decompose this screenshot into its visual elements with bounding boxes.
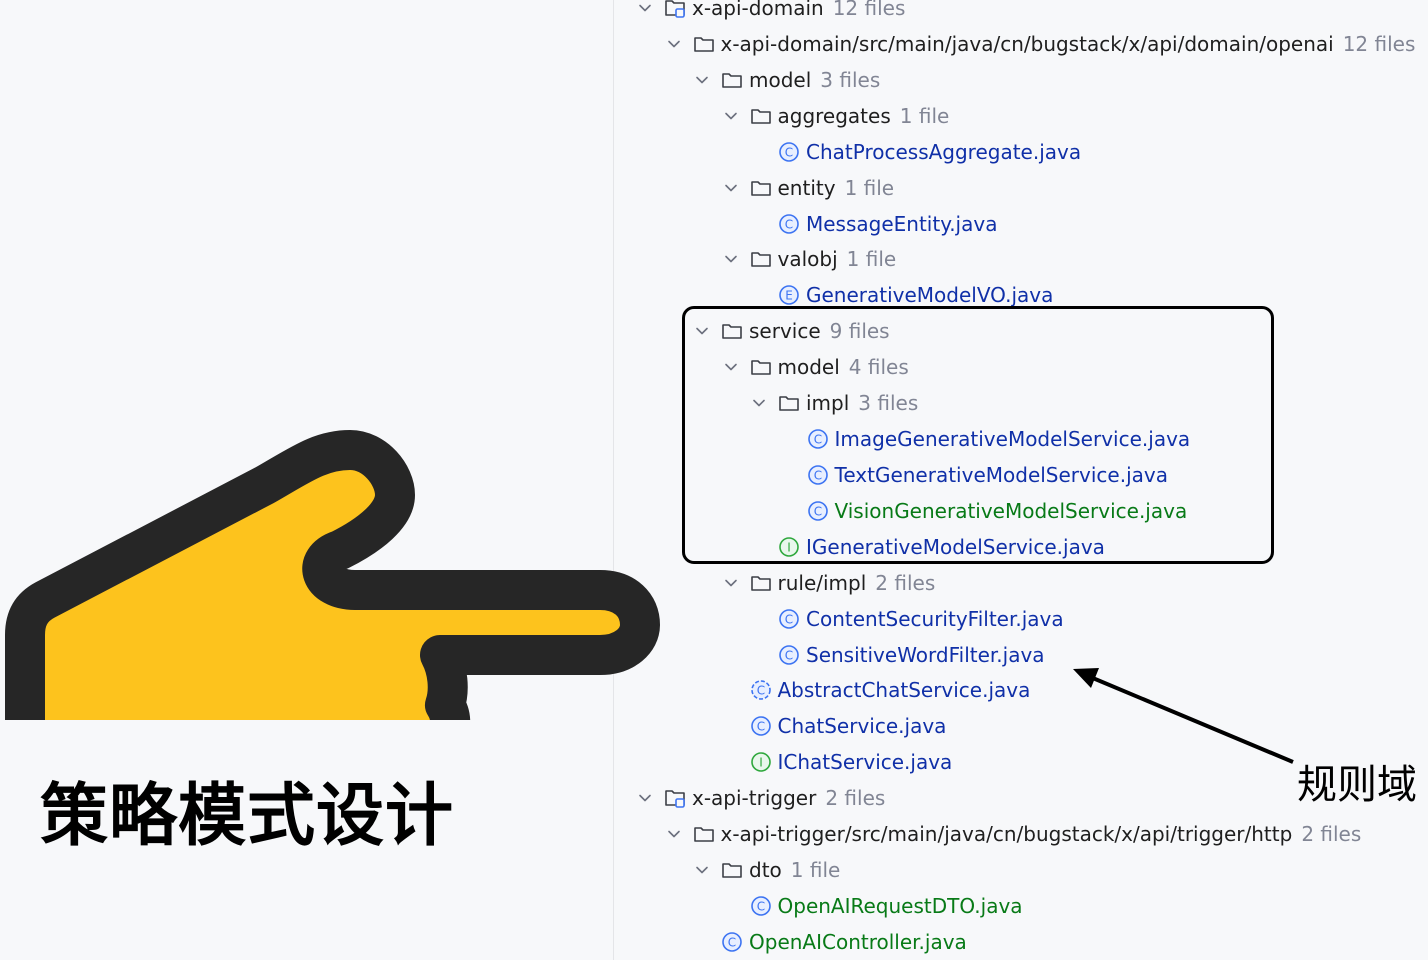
tree-item-label: dto [749,858,782,883]
chevron-down-icon[interactable] [693,861,711,879]
tree-item-label: IChatService.java [777,750,953,775]
svg-text:C: C [785,217,793,231]
tree-file-row[interactable]: C OpenAIController.java [721,924,967,960]
class-icon: C [721,931,743,953]
file-count: 2 files [875,570,936,595]
class-icon: C [778,141,800,163]
chevron-down-icon[interactable] [636,789,654,807]
tree-file-row[interactable]: C MessageEntity.java [778,206,997,242]
tree-item-label: AbstractChatService.java [777,678,1031,703]
svg-text:C: C [785,145,793,159]
tree-file-row[interactable]: C OpenAIRequestDTO.java [750,888,1023,924]
tree-file-row[interactable]: C ChatService.java [750,708,947,744]
folder-icon [750,105,772,127]
file-count: 2 files [825,786,886,811]
file-count: 2 files [1301,822,1362,847]
enum-icon: E [778,284,800,306]
chevron-down-icon[interactable] [722,574,740,592]
tree-item-label: x-api-domain [692,0,824,20]
file-count: 1 file [844,175,895,200]
folder-icon [750,248,772,270]
file-count: 1 file [899,103,950,128]
folder-icon [721,69,743,91]
tree-folder-row[interactable]: dto 1 file [693,852,840,888]
tree-item-label: ChatService.java [777,714,947,739]
file-count: 12 files [1342,31,1416,56]
folder-icon [693,33,715,55]
service-highlight-box [682,306,1274,564]
folder-icon [693,823,715,845]
tree-item-label: GenerativeModelVO.java [806,283,1054,308]
tree-folder-row[interactable]: aggregates 1 file [722,98,950,134]
svg-text:C: C [756,900,764,914]
tree-item-label: ChatProcessAggregate.java [806,139,1082,164]
tree-item-label: x-api-trigger [692,786,817,811]
chevron-down-icon[interactable] [665,35,683,53]
tree-file-row[interactable]: C ContentSecurityFilter.java [778,601,1064,637]
tree-item-label: MessageEntity.java [806,211,998,236]
file-count: 1 file [790,858,841,883]
tree-file-row[interactable]: I IChatService.java [750,744,953,780]
tree-item-label: model [749,67,812,92]
tree-item-label: entity [777,175,836,200]
svg-text:I: I [759,756,763,770]
tree-item-label: SensitiveWordFilter.java [806,642,1045,667]
tree-item-label: aggregates [777,103,891,128]
tree-item-label: OpenAIRequestDTO.java [777,894,1023,918]
folder-icon [750,572,772,594]
module-folder-icon [664,787,686,809]
svg-text:C: C [785,612,793,626]
class-icon: C [778,213,800,235]
tree-folder-row[interactable]: valobj 1 file [722,241,897,277]
tree-file-row[interactable]: C AbstractChatService.java [750,672,1031,708]
tree-folder-row[interactable]: x-api-domain 12 files [636,0,905,26]
svg-text:E: E [785,289,793,303]
tree-folder-row[interactable]: x-api-trigger/src/main/java/cn/bugstack/… [665,816,1362,852]
class-icon: C [750,715,772,737]
abstract-class-icon: C [750,679,772,701]
chevron-down-icon[interactable] [693,71,711,89]
tree-folder-row[interactable]: rule/impl 2 files [722,565,936,601]
tree-folder-row[interactable]: entity 1 file [722,170,895,206]
tree-item-label: ContentSecurityFilter.java [806,606,1064,631]
folder-icon [721,859,743,881]
svg-text:C: C [756,684,764,698]
annotation-label: 规则域 [1297,762,1417,808]
tree-item-label: OpenAIController.java [749,929,967,954]
chevron-down-icon[interactable] [722,107,740,125]
tree-file-row[interactable]: C SensitiveWordFilter.java [778,637,1045,673]
class-icon: C [750,895,772,917]
folder-icon [750,177,772,199]
chevron-down-icon[interactable] [665,825,683,843]
chevron-down-icon[interactable] [722,250,740,268]
svg-text:C: C [728,935,736,949]
svg-text:C: C [785,648,793,662]
tree-folder-row[interactable]: model 3 files [693,62,880,98]
tree-folder-row[interactable]: x-api-trigger 2 files [636,780,885,816]
module-folder-icon [664,0,686,19]
tree-item-label: x-api-trigger/src/main/java/cn/bugstack/… [720,822,1293,847]
class-icon: C [778,644,800,666]
file-count: 12 files [832,0,906,20]
tree-item-label: x-api-domain/src/main/java/cn/bugstack/x… [720,31,1334,56]
file-count: 3 files [820,67,881,92]
tree-item-label: rule/impl [777,570,867,595]
svg-text:C: C [756,720,764,734]
tree-folder-row[interactable]: x-api-domain/src/main/java/cn/bugstack/x… [665,26,1416,62]
tree-file-row[interactable]: C ChatProcessAggregate.java [778,134,1081,170]
chevron-down-icon[interactable] [636,0,654,17]
chevron-down-icon[interactable] [722,179,740,197]
tree-item-label: valobj [777,247,838,272]
class-icon: C [778,608,800,630]
file-count: 1 file [846,247,897,272]
interface-icon: I [750,751,772,773]
